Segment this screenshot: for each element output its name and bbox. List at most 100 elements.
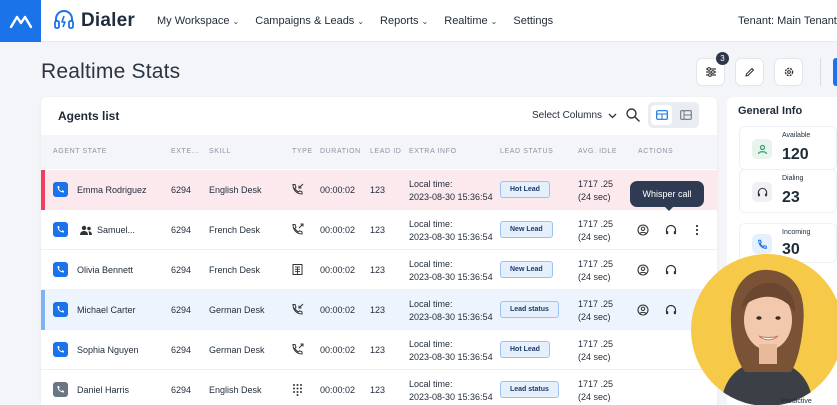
avg-idle: 1717 .25 (24 sec) xyxy=(578,298,613,324)
stat-dialing[interactable]: Dialing 23 xyxy=(739,169,837,213)
dialpad-icon xyxy=(293,384,302,396)
agent-name[interactable]: Emma Rodriguez xyxy=(77,185,147,195)
table-row[interactable]: Daniel Harris 6294 English Desk 00:00:02… xyxy=(41,370,717,405)
view-toggle xyxy=(648,102,699,128)
primary-action-button[interactable] xyxy=(833,58,837,86)
lead-id-value: 123 xyxy=(370,345,386,355)
extra-info-label: Local time: xyxy=(409,219,453,229)
user-profile-icon[interactable] xyxy=(637,264,649,276)
chevron-down-icon: ⌄ xyxy=(357,16,365,26)
duration-value: 00:00:02 xyxy=(320,305,356,315)
skill-value: English Desk xyxy=(209,385,262,395)
page-title: Realtime Stats xyxy=(41,60,181,83)
avg-idle-seconds: (24 sec) xyxy=(578,352,611,362)
extra-info: Local time: 2023-08-30 15:36:54 xyxy=(409,338,493,364)
toolbar-divider xyxy=(820,58,821,86)
agent-phone-icon xyxy=(53,262,68,277)
lead-id-value: 123 xyxy=(370,305,386,315)
duration-value: 00:00:02 xyxy=(320,225,356,235)
lead-status-badge: New Lead xyxy=(500,221,553,238)
extra-info: Local time: 2023-08-30 15:36:54 xyxy=(409,258,493,284)
col-skill[interactable]: SKILL xyxy=(209,148,231,155)
lead-id-value: 123 xyxy=(370,385,386,395)
avg-idle-seconds: (24 sec) xyxy=(578,392,611,402)
col-lead-id[interactable]: LEAD ID xyxy=(370,148,401,155)
headset-icon[interactable] xyxy=(665,224,677,236)
col-agent-state[interactable]: AGENT STATE xyxy=(53,148,107,155)
edit-button[interactable] xyxy=(735,58,764,86)
extra-info-label: Local time: xyxy=(409,179,453,189)
extra-info-time: 2023-08-30 15:36:54 xyxy=(409,192,493,202)
select-columns-dropdown[interactable]: Select Columns xyxy=(532,110,617,121)
nav-campaigns-leads[interactable]: Campaigns & Leads ⌄ xyxy=(255,15,364,27)
user-profile-icon[interactable] xyxy=(637,304,649,316)
hot-row-indicator xyxy=(41,170,45,210)
avg-idle: 1717 .25 (24 sec) xyxy=(578,258,613,284)
tenant-selector[interactable]: Tenant: Main Tenant xyxy=(738,15,837,27)
chevron-down-icon xyxy=(608,113,617,118)
filter-button[interactable]: 3 xyxy=(696,52,729,86)
avg-idle: 1717 .25 (24 sec) xyxy=(578,378,613,404)
table-grid-icon xyxy=(655,110,668,120)
headset-icon[interactable] xyxy=(665,264,677,276)
avg-idle: 1717 .25 (24 sec) xyxy=(578,338,613,364)
avg-idle-value: 1717 .25 xyxy=(578,379,614,389)
nav-realtime[interactable]: Realtime ⌄ xyxy=(444,15,497,27)
extension-value: 6294 xyxy=(171,185,192,195)
agent-name[interactable]: Michael Carter xyxy=(77,305,136,315)
lead-status-badge: New Lead xyxy=(500,261,553,278)
agent-name[interactable]: Daniel Harris xyxy=(77,385,129,395)
settings-button[interactable] xyxy=(774,58,803,86)
extension-value: 6294 xyxy=(171,345,192,355)
table-row[interactable]: Sophia Nguyen 6294 German Desk 00:00:02 … xyxy=(41,330,717,370)
agent-name[interactable]: Samuel... xyxy=(97,225,135,235)
lead-status-badge: Lead status xyxy=(500,381,559,398)
stat-available[interactable]: Available 120 xyxy=(739,126,837,170)
general-info-title: General Info xyxy=(738,105,803,117)
agent-phone-icon xyxy=(53,182,68,197)
headset-icon xyxy=(752,182,772,202)
table-row[interactable]: Samuel... 6294 French Desk 00:00:02 123 … xyxy=(41,210,717,250)
nav-my-workspace[interactable]: My Workspace ⌄ xyxy=(157,15,239,27)
nav-settings[interactable]: Settings xyxy=(513,15,553,27)
brand[interactable]: Dialer xyxy=(53,9,135,33)
col-extension[interactable]: EXTE... xyxy=(171,148,199,155)
table-row[interactable]: Emma Rodriguez 6294 English Desk 00:00:0… xyxy=(41,170,717,210)
skill-value: English Desk xyxy=(209,185,262,195)
col-duration[interactable]: DURATION xyxy=(320,148,361,155)
stat-value: 120 xyxy=(782,146,809,163)
pencil-icon xyxy=(745,67,755,77)
agent-photo-avatar xyxy=(691,254,837,405)
main-nav: My Workspace ⌄ Campaigns & Leads ⌄ Reports… xyxy=(157,0,569,42)
agent-name[interactable]: Olivia Bennett xyxy=(77,265,133,275)
agent-name[interactable]: Sophia Nguyen xyxy=(77,345,139,355)
nav-label: Settings xyxy=(513,15,554,27)
card-view-button[interactable] xyxy=(675,105,696,125)
col-extra-info[interactable]: EXTRA INFO xyxy=(409,148,457,155)
col-lead-status[interactable]: LEAD STATUS xyxy=(500,148,553,155)
nav-reports[interactable]: Reports ⌄ xyxy=(380,15,428,27)
avg-idle-value: 1717 .25 xyxy=(578,339,614,349)
stat-label: Available xyxy=(782,132,811,139)
user-profile-icon[interactable] xyxy=(637,224,649,236)
col-actions[interactable]: ACTIONS xyxy=(638,148,673,155)
table-row[interactable]: Olivia Bennett 6294 French Desk 00:00:02… xyxy=(41,250,717,290)
col-avg-idle[interactable]: AVG. IDLE xyxy=(578,148,617,155)
more-vertical-icon[interactable] xyxy=(691,224,703,236)
whisper-call-tooltip: Whisper call xyxy=(630,181,704,211)
search-icon[interactable] xyxy=(625,107,641,123)
avg-idle-seconds: (24 sec) xyxy=(578,312,611,322)
app-logo[interactable] xyxy=(0,0,41,42)
gear-icon xyxy=(784,67,793,77)
table-view-button[interactable] xyxy=(651,105,672,125)
selected-row-indicator xyxy=(41,290,45,330)
stat-label: Incoming xyxy=(782,229,811,236)
table-row[interactable]: Michael Carter 6294 German Desk 00:00:02… xyxy=(41,290,717,330)
extra-info-label: Local time: xyxy=(409,379,453,389)
col-type[interactable]: TYPE xyxy=(292,148,313,155)
headset-icon[interactable] xyxy=(665,304,677,316)
extra-info-label: Local time: xyxy=(409,299,453,309)
skill-value: German Desk xyxy=(209,345,265,355)
extension-value: 6294 xyxy=(171,305,192,315)
person-portrait-icon xyxy=(721,269,813,405)
